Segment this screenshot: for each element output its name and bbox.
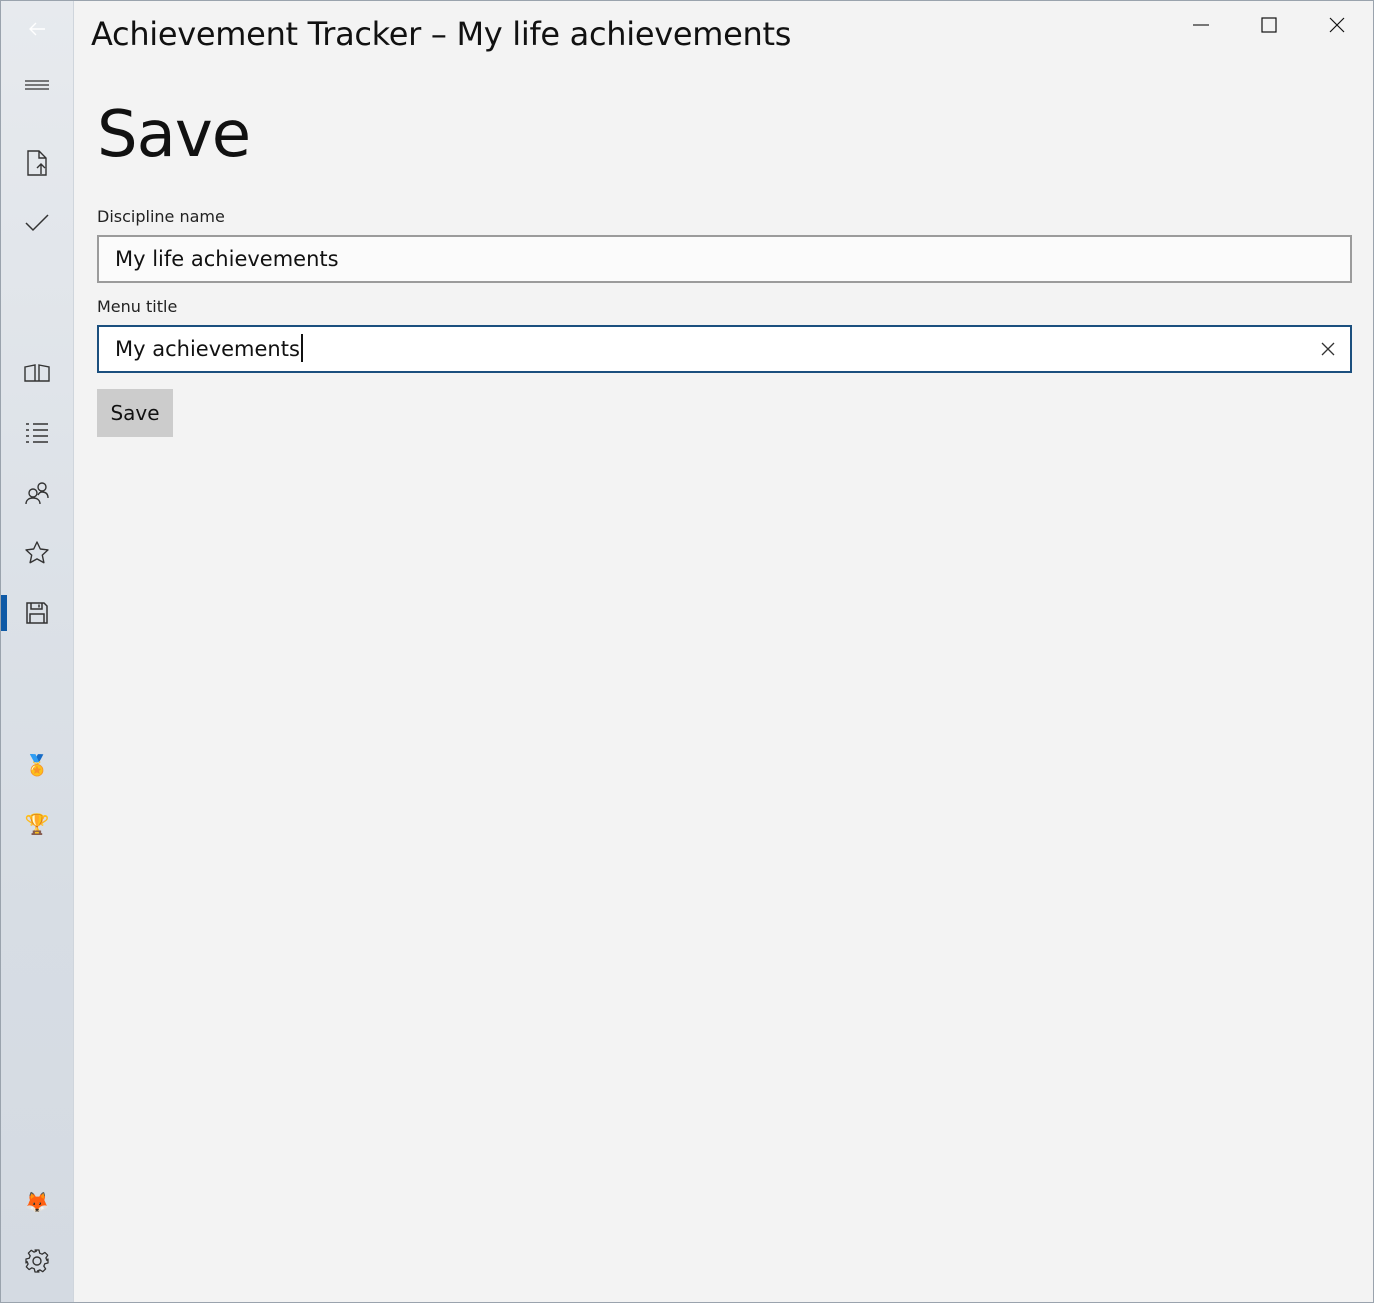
close-icon (1328, 16, 1346, 38)
menu-title-input[interactable]: My achievements (97, 325, 1352, 373)
menu-title-value: My achievements (115, 337, 300, 361)
save-page: Save Discipline name My life achievement… (97, 91, 1352, 437)
minimize-icon (1192, 16, 1210, 38)
save-button[interactable]: Save (97, 389, 173, 437)
sidebar-item-save[interactable] (1, 585, 73, 641)
discipline-name-value: My life achievements (115, 247, 339, 271)
checkmark-icon (24, 213, 50, 233)
sidebar-item-open-file[interactable] (1, 135, 73, 191)
window-title: Achievement Tracker – My life achievemen… (91, 15, 792, 53)
clear-text-button[interactable] (1314, 335, 1342, 363)
gear-icon (24, 1248, 50, 1274)
app-window: 🏅 🏆 🦊 Achievement Tracker – My life achi… (0, 0, 1374, 1303)
hamburger-icon (24, 79, 50, 91)
sidebar-item-profile[interactable]: 🦊 (1, 1174, 73, 1230)
settings-button[interactable] (1, 1233, 73, 1289)
text-caret (300, 334, 303, 362)
sidebar-item-trophy[interactable]: 🏆 (1, 796, 73, 852)
title-bar: Achievement Tracker – My life achievemen… (73, 1, 1373, 73)
medal-icon: 🏅 (24, 753, 50, 777)
sidebar-item-library[interactable] (1, 345, 73, 401)
trophy-icon: 🏆 (24, 812, 50, 836)
discipline-name-input[interactable]: My life achievements (97, 235, 1352, 283)
sidebar-item-medal[interactable]: 🏅 (1, 737, 73, 793)
clear-icon (1321, 327, 1335, 371)
sidebar-item-check[interactable] (1, 195, 73, 251)
maximize-button[interactable] (1235, 1, 1303, 53)
close-window-button[interactable] (1303, 1, 1371, 53)
book-icon (23, 363, 51, 383)
back-button[interactable] (1, 1, 73, 57)
menu-title-label: Menu title (97, 297, 178, 316)
navigation-sidebar: 🏅 🏆 🦊 (1, 1, 74, 1302)
back-arrow-icon (27, 19, 47, 39)
file-upload-icon (25, 150, 49, 176)
sidebar-item-list[interactable] (1, 405, 73, 461)
hamburger-menu-button[interactable] (1, 57, 73, 113)
people-icon (24, 481, 50, 505)
sidebar-item-people[interactable] (1, 465, 73, 521)
save-disk-icon (25, 601, 49, 625)
fox-avatar-icon: 🦊 (24, 1190, 50, 1214)
page-title: Save (97, 98, 251, 172)
star-icon (24, 540, 50, 566)
discipline-name-label: Discipline name (97, 207, 225, 226)
sidebar-item-favorites[interactable] (1, 525, 73, 581)
list-icon (24, 421, 50, 445)
maximize-icon (1260, 16, 1278, 38)
minimize-button[interactable] (1167, 1, 1235, 53)
